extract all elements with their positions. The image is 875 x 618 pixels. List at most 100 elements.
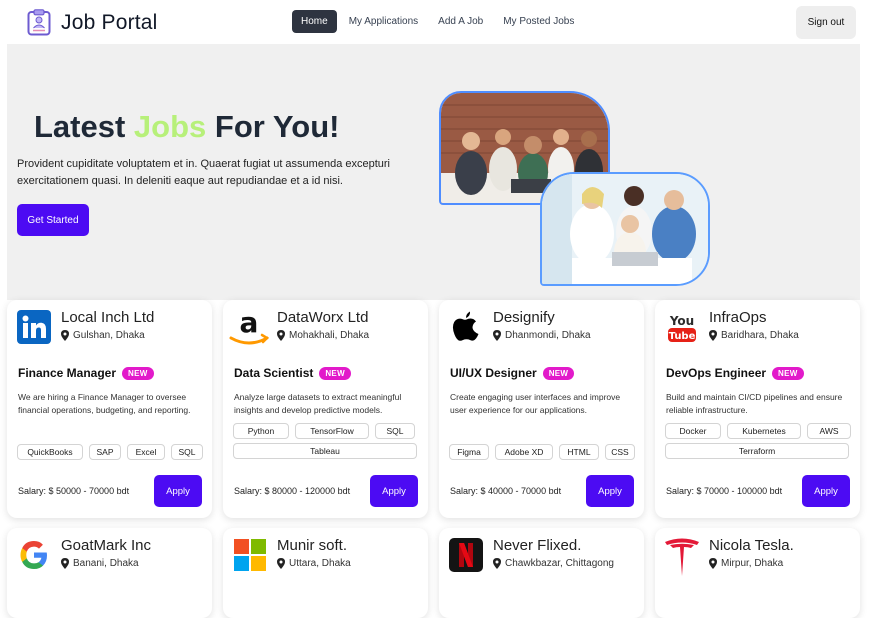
svg-text:a: a	[240, 306, 259, 339]
job-role: UI/UX Designer NEW	[450, 366, 575, 380]
skill-tags: Docker Kubernetes AWS Terraform	[665, 423, 853, 459]
location-pin-icon	[61, 558, 69, 569]
brand-title: Job Portal	[61, 10, 158, 34]
tesla-logo-icon	[665, 538, 699, 576]
company-location: Uttara, Dhaka	[277, 558, 351, 569]
location-text: Uttara, Dhaka	[289, 558, 351, 569]
company-name: InfraOps	[709, 309, 767, 326]
skill-tag: SAP	[89, 444, 121, 460]
location-pin-icon	[277, 330, 285, 341]
job-role: DevOps Engineer NEW	[666, 366, 804, 380]
location-text: Banani, Dhaka	[73, 558, 139, 569]
location-text: Gulshan, Dhaka	[73, 330, 145, 341]
skill-tag: SQL	[375, 423, 415, 439]
skill-tag: Figma	[449, 444, 489, 460]
job-card[interactable]: Never Flixed. Chawkbazar, Chittagong	[439, 528, 644, 618]
company-name: DataWorx Ltd	[277, 309, 369, 326]
job-card[interactable]: Nicola Tesla. Mirpur, Dhaka	[655, 528, 860, 618]
company-name: Never Flixed.	[493, 537, 582, 554]
nav-my-posted-jobs[interactable]: My Posted Jobs	[495, 10, 582, 33]
salary: Salary: $ 50000 - 70000 bdt	[18, 486, 130, 496]
company-location: Mirpur, Dhaka	[709, 558, 783, 569]
nav-my-applications[interactable]: My Applications	[341, 10, 426, 33]
apply-button[interactable]: Apply	[802, 475, 850, 507]
clipboard-icon	[27, 9, 51, 36]
nav-home[interactable]: Home	[292, 10, 337, 33]
get-started-button[interactable]: Get Started	[17, 204, 89, 236]
skill-tag: Excel	[127, 444, 165, 460]
location-text: Mohakhali, Dhaka	[289, 330, 370, 341]
navbar: Job Portal Home My Applications Add A Jo…	[0, 0, 875, 44]
new-badge: NEW	[319, 366, 351, 380]
job-title: Finance Manager	[18, 366, 117, 380]
hero-title-part-1: Latest	[34, 109, 134, 144]
hero-title-accent: Jobs	[133, 109, 207, 144]
location-pin-icon	[709, 330, 717, 341]
skill-tags: Python TensorFlow SQL Tableau	[233, 423, 421, 459]
skill-tag: CSS	[605, 444, 635, 460]
company-name: Munir soft.	[277, 537, 348, 554]
apple-logo-icon	[452, 311, 479, 341]
skill-tag: Kubernetes	[727, 423, 801, 439]
job-card[interactable]: GoatMark Inc Banani, Dhaka	[7, 528, 212, 618]
apply-button[interactable]: Apply	[586, 475, 634, 507]
hero-title-part-2: For You!	[206, 109, 340, 144]
youtube-logo-icon: You Tube	[668, 314, 696, 342]
job-title: UI/UX Designer	[450, 366, 537, 380]
skill-tag: SQL	[171, 444, 203, 460]
new-badge: NEW	[772, 366, 804, 380]
job-card[interactable]: Munir soft. Uttara, Dhaka	[223, 528, 428, 618]
skill-tags: Figma Adobe XD HTML CSS	[449, 444, 637, 460]
company-location: Baridhara, Dhaka	[709, 330, 799, 341]
nav-add-job[interactable]: Add A Job	[430, 10, 491, 33]
skill-tags: QuickBooks SAP Excel SQL	[17, 444, 205, 460]
company-name: Nicola Tesla.	[709, 537, 794, 554]
hero-banner: Latest Jobs For You! Provident cupiditat…	[7, 44, 860, 300]
linkedin-logo-icon	[17, 310, 51, 344]
skill-tag: QuickBooks	[17, 444, 83, 460]
job-description: We are hiring a Finance Manager to overs…	[18, 392, 191, 415]
apply-button[interactable]: Apply	[154, 475, 202, 507]
location-pin-icon	[709, 558, 717, 569]
salary: Salary: $ 40000 - 70000 bdt	[450, 486, 562, 496]
company-name: Local Inch Ltd	[61, 309, 155, 326]
company-location: Dhanmondi, Dhaka	[493, 330, 591, 341]
skill-tag: Tableau	[233, 443, 417, 459]
job-title: Data Scientist	[234, 366, 314, 380]
salary: Salary: $ 70000 - 100000 bdt	[666, 486, 783, 496]
job-card[interactable]: Designify Dhanmondi, Dhaka UI/UX Designe…	[439, 300, 644, 518]
job-card[interactable]: a DataWorx Ltd Mohakhali, Dhaka Data Sci…	[223, 300, 428, 518]
company-location: Mohakhali, Dhaka	[277, 330, 369, 341]
company-location: Gulshan, Dhaka	[61, 330, 145, 341]
apply-button[interactable]: Apply	[370, 475, 418, 507]
sign-out-button[interactable]: Sign out	[796, 6, 856, 39]
salary: Salary: $ 80000 - 120000 bdt	[234, 486, 351, 496]
location-text: Baridhara, Dhaka	[721, 330, 799, 341]
team-laptop-photo	[540, 172, 710, 286]
job-card[interactable]: Local Inch Ltd Gulshan, Dhaka Finance Ma…	[7, 300, 212, 518]
svg-text:You: You	[669, 314, 694, 328]
job-description: Analyze large datasets to extract meanin…	[234, 392, 402, 415]
job-card[interactable]: You Tube InfraOps Baridhara, Dhaka DevOp…	[655, 300, 860, 518]
company-name: Designify	[493, 309, 555, 326]
brand[interactable]: Job Portal	[27, 9, 158, 36]
skill-tag: AWS	[807, 423, 851, 439]
location-text: Mirpur, Dhaka	[721, 558, 784, 569]
company-location: Banani, Dhaka	[61, 558, 139, 569]
job-role: Data Scientist NEW	[234, 366, 351, 380]
location-text: Chawkbazar, Chittagong	[505, 558, 614, 569]
netflix-logo-icon	[449, 538, 483, 572]
hero-description: Provident cupiditate voluptatem et in. Q…	[17, 158, 390, 187]
job-role: Finance Manager NEW	[18, 366, 154, 380]
microsoft-logo-icon	[234, 539, 266, 571]
skill-tag: HTML	[559, 444, 599, 460]
job-title: DevOps Engineer	[666, 366, 767, 380]
job-description: Create engaging user interfaces and impr…	[450, 392, 621, 415]
new-badge: NEW	[542, 366, 575, 380]
location-pin-icon	[277, 558, 285, 569]
skill-tag: Adobe XD	[495, 444, 553, 460]
skill-tag: TensorFlow	[295, 423, 369, 439]
location-text: Dhanmondi, Dhaka	[505, 330, 591, 341]
skill-tag: Terraform	[665, 443, 849, 459]
svg-text:Tube: Tube	[669, 331, 696, 342]
